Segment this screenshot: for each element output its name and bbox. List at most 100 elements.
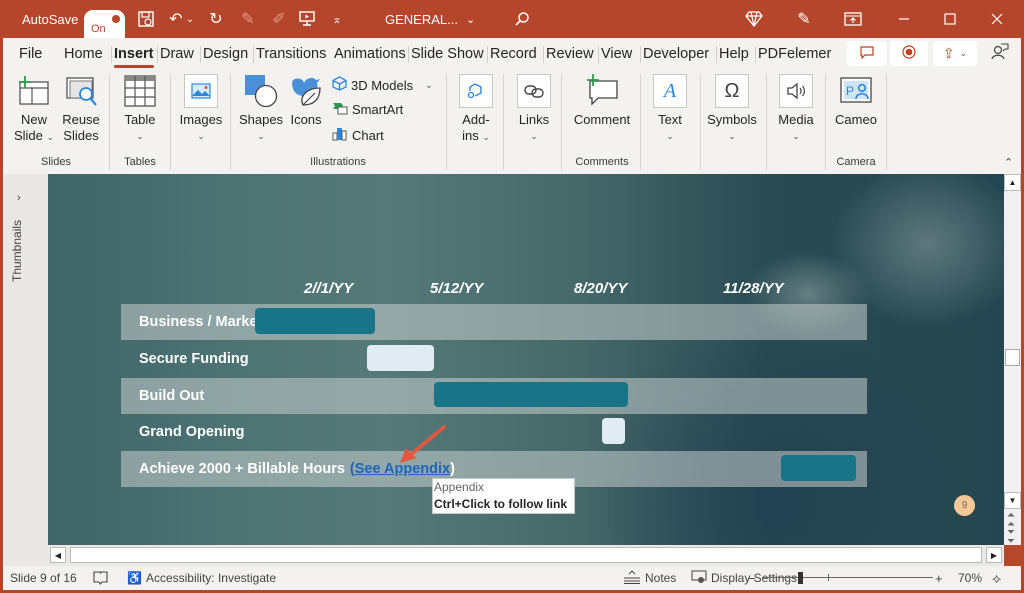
scroll-down-button[interactable]: ▼ <box>1004 492 1021 509</box>
notes-button[interactable]: Notes <box>623 566 676 590</box>
thumbnails-label[interactable]: Thumbnails <box>10 220 24 282</box>
redo-icon[interactable]: ↻ <box>205 0 227 38</box>
new-slide-button[interactable]: New Slide ⌄ <box>13 74 55 145</box>
gantt-bar[interactable] <box>367 344 435 371</box>
tab-help[interactable]: Help <box>716 38 749 70</box>
scroll-thumb[interactable] <box>1005 349 1020 366</box>
tab-file[interactable]: File <box>19 38 42 70</box>
horizontal-scrollbar[interactable]: ◀ ▶ <box>48 545 1004 566</box>
comment-button[interactable]: Comment <box>571 74 633 128</box>
notes-label: Notes <box>645 571 677 585</box>
slide-counter[interactable]: Slide 9 of 16 <box>10 566 77 590</box>
accessibility-label: Accessibility: Investigate <box>145 571 277 585</box>
tab-review[interactable]: Review <box>543 38 594 70</box>
pen-sparkle-icon[interactable]: ✎ <box>793 0 815 38</box>
chevron-down-icon: ⌄ <box>465 13 476 26</box>
omega-icon: Ω <box>715 74 749 108</box>
smartart-button[interactable]: SmartArt <box>332 101 403 118</box>
highlighter-icon[interactable]: ✐ <box>268 0 290 38</box>
ribbon-display-icon[interactable] <box>842 0 864 38</box>
cameo-button[interactable]: P Cameo <box>833 74 879 128</box>
gantt-bar[interactable] <box>781 455 856 481</box>
zoom-slider-thumb[interactable] <box>797 572 803 584</box>
search-icon[interactable] <box>511 0 533 38</box>
share-button[interactable]: ⇪ ⌄ <box>933 41 977 66</box>
3d-models-button[interactable]: 3D Models ⌄ <box>332 76 433 94</box>
maximize-icon[interactable] <box>939 0 961 38</box>
text-button[interactable]: A Text ⌄ <box>651 74 689 144</box>
collapse-ribbon-icon[interactable]: ⌃ <box>1004 156 1013 169</box>
group-label-illustrations: Illustrations <box>310 156 366 168</box>
icons-button[interactable]: Icons <box>287 74 325 128</box>
ribbon-insert: New Slide ⌄ Reuse Slides Slides Table ⌄ … <box>0 70 1024 174</box>
expand-thumbnails-icon[interactable]: › <box>17 192 21 204</box>
zoom-slider-tick <box>828 574 829 581</box>
display-settings-button[interactable]: Display Settings <box>691 566 797 590</box>
fit-to-window-icon[interactable]: ⟡ <box>992 566 1001 590</box>
table-button[interactable]: Table ⌄ <box>120 74 160 144</box>
designer-diamond-icon[interactable] <box>743 0 765 38</box>
timeline-row-label: Secure Funding <box>139 350 249 367</box>
tab-draw[interactable]: Draw <box>157 38 194 70</box>
group-label-camera: Camera <box>836 156 876 168</box>
shapes-icon <box>244 74 278 108</box>
slide-canvas[interactable]: 2//1/YY 5/12/YY 8/20/YY 11/28/YY Busines… <box>48 174 1004 545</box>
links-button[interactable]: Links ⌄ <box>515 74 553 144</box>
scroll-up-button[interactable]: ▲ <box>1004 174 1021 191</box>
zoom-in-button[interactable]: + <box>935 566 943 590</box>
vertical-scrollbar[interactable]: ▲ ▼ ⏶ ⏶ ⏷ ⏷ <box>1004 174 1021 547</box>
zoom-out-button[interactable]: − <box>748 566 756 590</box>
timeline-row[interactable]: Grand Opening <box>121 414 867 450</box>
tab-developer[interactable]: Developer <box>639 38 709 70</box>
tab-home[interactable]: Home <box>64 38 103 70</box>
gantt-bar[interactable] <box>255 308 375 334</box>
save-icon[interactable] <box>135 0 157 38</box>
scroll-left-button[interactable]: ◀ <box>50 547 66 563</box>
minimize-icon[interactable] <box>893 0 915 38</box>
scroll-right-button[interactable]: ▶ <box>986 547 1002 563</box>
symbols-button[interactable]: Ω Symbols ⌄ <box>707 74 757 144</box>
add-ins-button[interactable]: Add- ins ⌄ <box>457 74 495 145</box>
undo-dropdown-icon[interactable]: ⌄ <box>184 0 196 38</box>
spelling-icon[interactable] <box>93 566 108 590</box>
scroll-track[interactable] <box>70 547 982 563</box>
reuse-slides-button[interactable]: Reuse Slides <box>60 74 102 144</box>
tab-design[interactable]: Design <box>199 38 248 70</box>
document-title[interactable]: GENERAL... ⌄ <box>385 0 475 38</box>
gantt-bar[interactable] <box>602 418 625 445</box>
close-icon[interactable] <box>986 0 1008 38</box>
link-paren-close: ) <box>450 461 455 478</box>
zoom-slider-track[interactable] <box>763 577 933 578</box>
timeline-date: 8/20/YY <box>574 280 628 297</box>
present-icon[interactable] <box>296 0 318 38</box>
slide-editor[interactable]: 2//1/YY 5/12/YY 8/20/YY 11/28/YY Busines… <box>48 174 1004 545</box>
comments-button[interactable] <box>847 41 887 66</box>
timeline-row[interactable]: Business / Marketing Plan <box>121 304 867 340</box>
tab-animations[interactable]: Animations <box>334 38 407 70</box>
tab-record[interactable]: Record <box>487 38 537 70</box>
zoom-percent[interactable]: 70% <box>958 566 982 590</box>
gantt-bar[interactable] <box>434 381 629 408</box>
tab-pdfelement[interactable]: PDFelemer <box>754 38 831 70</box>
media-button[interactable]: Media ⌄ <box>775 74 817 144</box>
tab-view[interactable]: View <box>597 38 632 70</box>
shapes-button[interactable]: Shapes ⌄ <box>239 74 283 144</box>
tab-transitions[interactable]: Transitions <box>252 38 326 70</box>
red-arrow-annotation <box>400 425 446 463</box>
links-label: Links <box>518 112 550 127</box>
record-button[interactable] <box>890 41 928 66</box>
images-button[interactable]: Images ⌄ <box>179 74 223 144</box>
chevron-down-icon: ⌄ <box>46 132 55 142</box>
next-slide-icon[interactable]: ⏷ ⏷ <box>1007 528 1015 547</box>
coauthor-icon[interactable] <box>991 43 1009 65</box>
timeline-row[interactable]: Secure Funding <box>121 341 867 377</box>
tab-insert[interactable]: Insert <box>111 38 154 70</box>
chevron-down-icon: ⌄ <box>197 131 205 141</box>
hyperlink-tooltip: Appendix Ctrl+Click to follow link <box>432 478 575 514</box>
customize-qat-icon[interactable]: ⌅ <box>326 0 348 38</box>
chart-button[interactable]: Chart <box>332 126 384 144</box>
tab-slide-show[interactable]: Slide Show <box>408 38 484 70</box>
accessibility-status[interactable]: ♿ Accessibility: Investigate <box>127 566 276 590</box>
pen-icon[interactable]: ✎ <box>237 0 259 38</box>
share-icon: ⇪ <box>942 45 955 61</box>
